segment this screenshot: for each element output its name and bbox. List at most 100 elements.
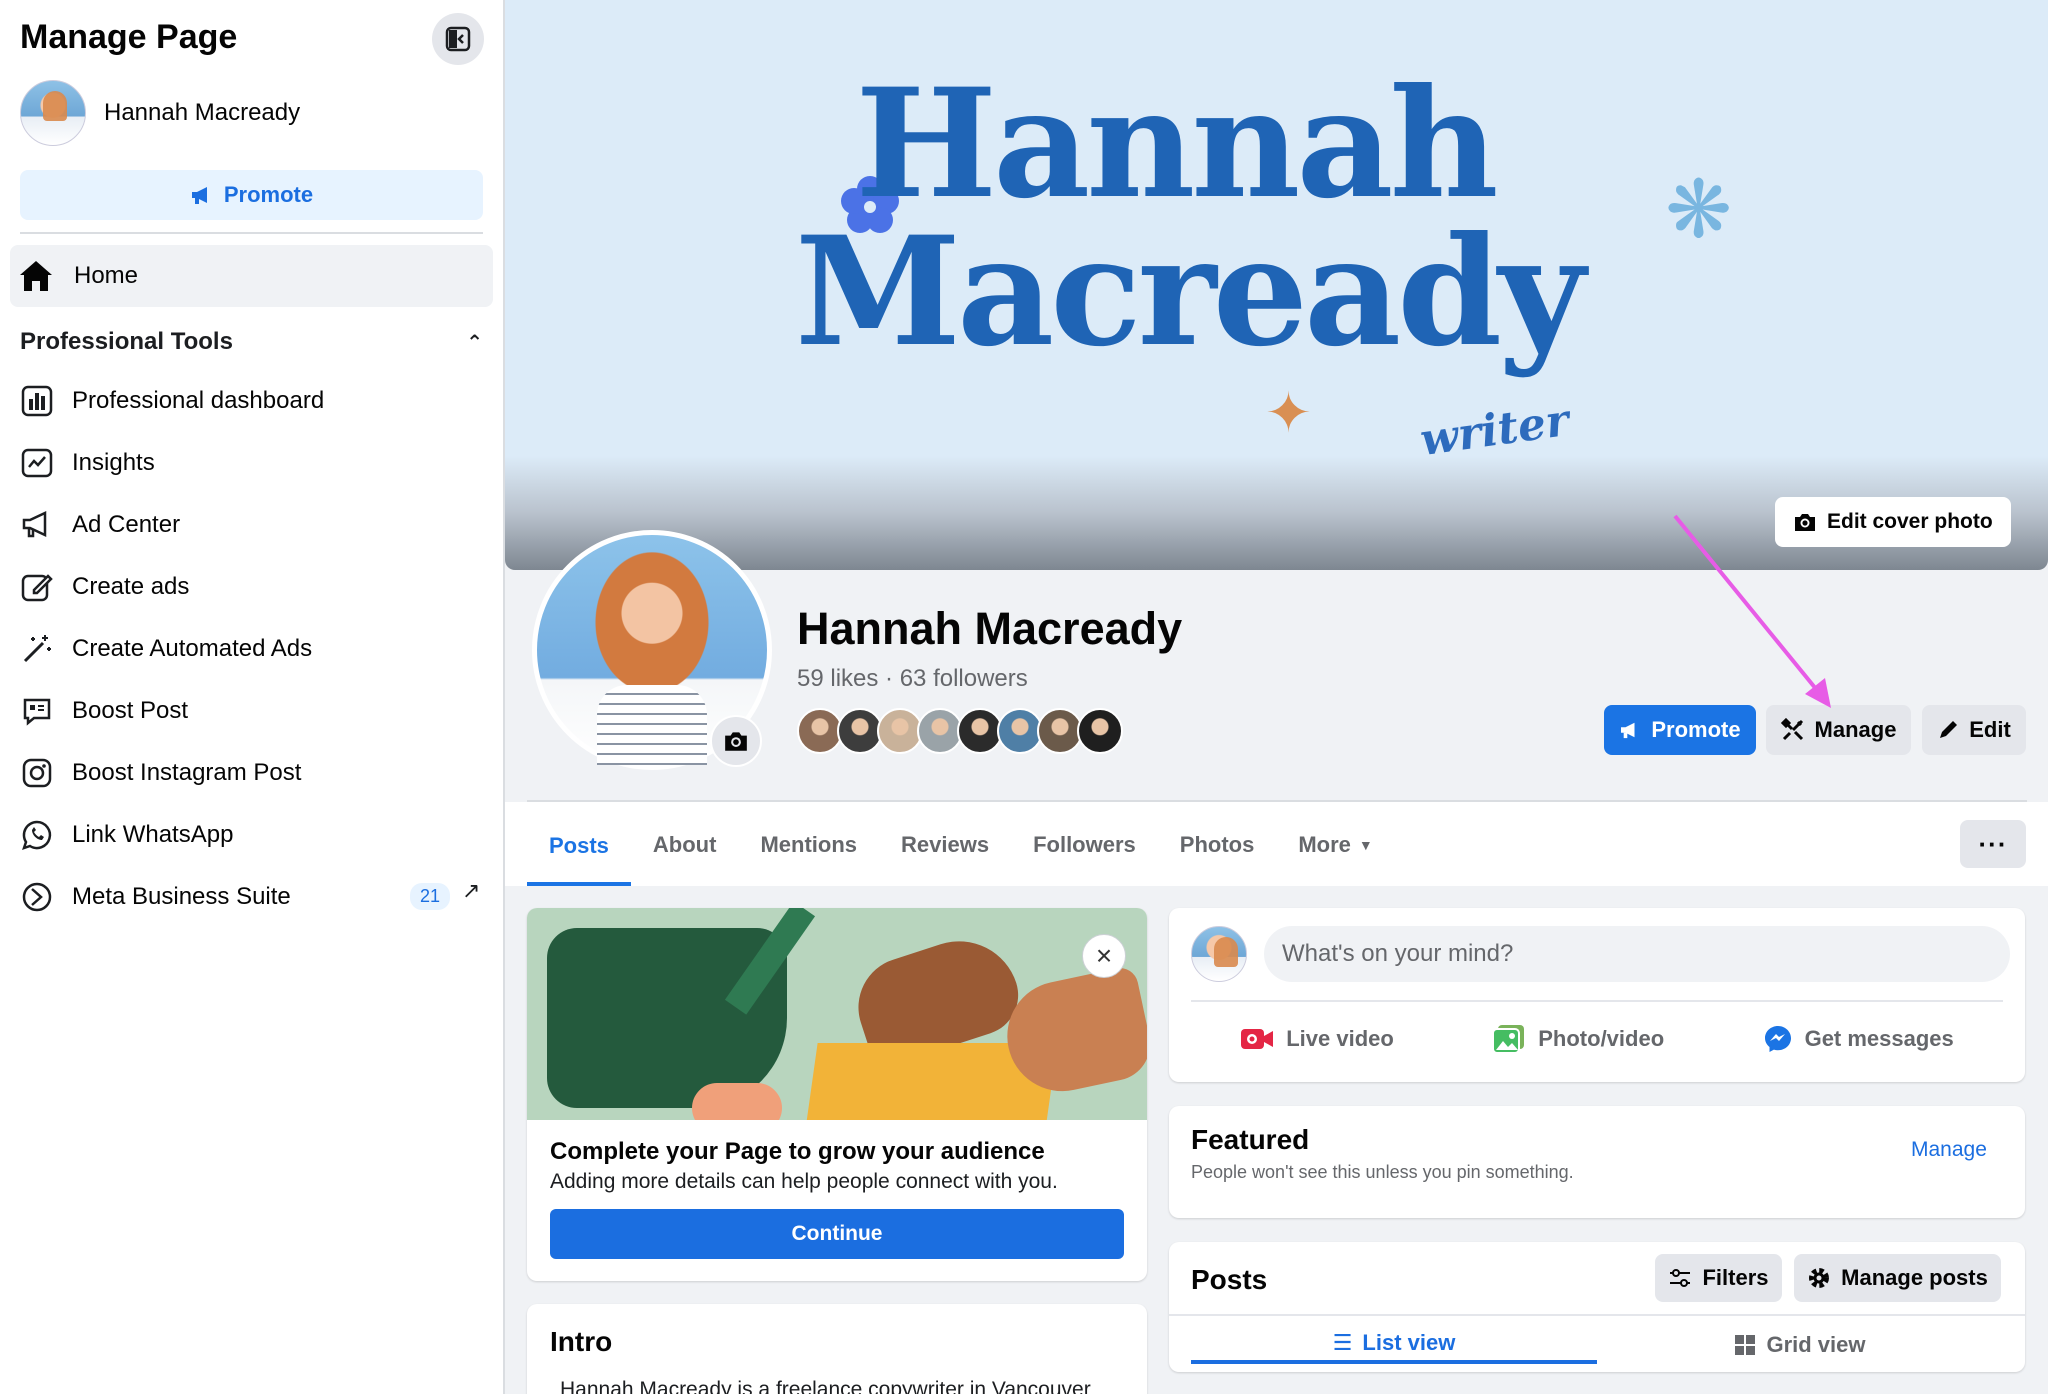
professional-tools-header[interactable]: Professional Tools ⌃	[20, 328, 483, 356]
caret-down-icon: ▼	[1358, 837, 1373, 853]
page-main: Hannah Macready ❋ ✦ writer Edit cover ph…	[505, 0, 2048, 1394]
star-decoration-icon: ✦	[1265, 381, 1312, 444]
intro-text: Hannah Macready is a freelance copywrite…	[560, 1378, 1091, 1394]
edit-cover-label: Edit cover photo	[1827, 510, 1993, 533]
avatar	[20, 80, 86, 146]
posts-title: Posts	[1191, 1264, 1268, 1295]
instagram-icon	[20, 756, 54, 790]
manage-posts-label: Manage posts	[1841, 1265, 1988, 1290]
action-label: Get messages	[1804, 1026, 1954, 1051]
continue-button[interactable]: Continue	[550, 1209, 1124, 1259]
featured-manage-link[interactable]: Manage	[1911, 1138, 1987, 1162]
tab-mentions[interactable]: Mentions	[738, 810, 879, 880]
more-options-button[interactable]: ···	[1960, 820, 2026, 868]
tab-label: Mentions	[760, 832, 858, 857]
tab-posts[interactable]: Posts	[527, 810, 631, 886]
sidebar-profile-name: Hannah Macready	[104, 99, 301, 126]
tab-label: Reviews	[901, 832, 990, 857]
whatsapp-icon	[20, 818, 54, 852]
sidebar-item-label: Home	[74, 262, 139, 289]
professional-tools-list: Professional dashboard Insights Ad Cente…	[20, 370, 485, 928]
live-video-button[interactable]: Live video	[1240, 1026, 1394, 1052]
promote-label: Promote	[1651, 717, 1741, 742]
tab-reviews[interactable]: Reviews	[879, 810, 1011, 880]
avatar	[1191, 926, 1247, 982]
sidebar-item-professional-dashboard[interactable]: Professional dashboard	[20, 370, 485, 432]
list-view-tab[interactable]: ☰ List view	[1191, 1326, 1597, 1364]
manage-posts-button[interactable]: Manage posts	[1794, 1254, 2001, 1302]
tab-about[interactable]: About	[631, 810, 739, 880]
sidebar-item-label: Boost Instagram Post	[72, 759, 302, 786]
sidebar-item-boost-instagram-post[interactable]: Boost Instagram Post	[20, 742, 485, 804]
filters-icon	[1670, 1269, 1691, 1287]
megaphone-icon	[191, 187, 207, 204]
get-messages-button[interactable]: Get messages	[1763, 1024, 1954, 1054]
composer-actions: Live video Photo/video Get messages	[1191, 1008, 2003, 1070]
sidebar-promote-button[interactable]: Promote	[20, 170, 483, 220]
intro-title: Intro	[550, 1326, 613, 1357]
view-label: List view	[1362, 1330, 1456, 1355]
tools-icon	[1780, 718, 1803, 741]
sidebar-item-meta-business-suite[interactable]: Meta Business Suite 21 ↗	[20, 866, 485, 928]
card-title: Complete your Page to grow your audience	[550, 1138, 1045, 1165]
megaphone-icon	[20, 508, 54, 542]
list-icon: ☰	[1332, 1330, 1353, 1355]
page-tabs: Posts About Mentions Reviews Followers P…	[527, 810, 1395, 886]
sidebar-item-insights[interactable]: Insights	[20, 432, 485, 494]
sidebar-item-label: Link WhatsApp	[72, 821, 234, 848]
cover-title: Hannah Macready	[795, 69, 1585, 367]
tab-photos[interactable]: Photos	[1158, 810, 1277, 880]
manage-label: Manage	[1814, 717, 1897, 742]
follower-avatars[interactable]	[797, 708, 1123, 754]
grid-icon	[1735, 1335, 1756, 1355]
sidebar-item-ad-center[interactable]: Ad Center	[20, 494, 485, 556]
update-profile-picture-button[interactable]	[710, 715, 762, 767]
sidebar-collapse-button[interactable]	[432, 13, 484, 65]
card-subtitle: Adding more details can help people conn…	[550, 1170, 1058, 1193]
page-stats[interactable]: 59 likes · 63 followers	[797, 665, 1028, 693]
view-label: Grid view	[1766, 1332, 1866, 1357]
sidebar-toggle-icon	[445, 26, 471, 52]
sidebar-item-boost-post[interactable]: Boost Post	[20, 680, 485, 742]
meta-business-suite-icon	[20, 880, 54, 914]
external-link-icon[interactable]: ↗	[462, 878, 480, 904]
edit-square-icon	[20, 570, 54, 604]
home-icon	[20, 261, 52, 291]
section-title: Professional Tools	[20, 328, 233, 355]
insights-icon	[20, 446, 54, 480]
edit-button[interactable]: Edit	[1922, 705, 2026, 755]
boost-post-icon	[20, 694, 54, 728]
tab-label: More	[1298, 832, 1351, 857]
tab-followers[interactable]: Followers	[1011, 810, 1158, 880]
divider	[1191, 1000, 2003, 1002]
featured-subtitle: People won't see this unless you pin som…	[1191, 1162, 1574, 1182]
close-icon[interactable]: ×	[1082, 934, 1126, 978]
filters-label: Filters	[1702, 1265, 1769, 1290]
photo-video-icon	[1492, 1025, 1525, 1054]
manage-page-sidebar: Manage Page Hannah Macready Promote Home…	[0, 0, 505, 1394]
sidebar-profile[interactable]: Hannah Macready	[20, 80, 300, 146]
megaphone-icon	[1621, 722, 1635, 739]
featured-card: Featured People won't see this unless yo…	[1169, 1106, 2025, 1218]
sidebar-item-label: Boost Post	[72, 697, 189, 724]
sidebar-item-create-ads[interactable]: Create ads	[20, 556, 485, 618]
post-composer: What's on your mind? Live video Photo/vi…	[1169, 908, 2025, 1082]
camera-icon	[725, 732, 747, 751]
sidebar-item-label: Professional dashboard	[72, 387, 325, 414]
photo-video-button[interactable]: Photo/video	[1492, 1024, 1664, 1054]
filters-button[interactable]: Filters	[1655, 1254, 1782, 1302]
annotation-arrow	[1673, 514, 1831, 708]
tab-more[interactable]: More ▼	[1276, 810, 1394, 880]
profile-picture-shirt	[597, 685, 707, 765]
follower-avatar[interactable]	[1077, 708, 1123, 754]
featured-title: Featured	[1191, 1124, 1310, 1155]
dashboard-icon	[20, 384, 54, 418]
whats-on-your-mind-input[interactable]: What's on your mind?	[1264, 926, 2010, 982]
sidebar-item-home[interactable]: Home	[10, 245, 493, 307]
sidebar-item-link-whatsapp[interactable]: Link WhatsApp	[20, 804, 485, 866]
sidebar-item-label: Insights	[72, 449, 155, 476]
grid-view-tab[interactable]: Grid view	[1597, 1326, 2003, 1364]
asterisk-decoration-icon: ❋	[1665, 165, 1733, 254]
sidebar-item-create-automated-ads[interactable]: Create Automated Ads	[20, 618, 485, 680]
sidebar-promote-label: Promote	[223, 182, 314, 207]
